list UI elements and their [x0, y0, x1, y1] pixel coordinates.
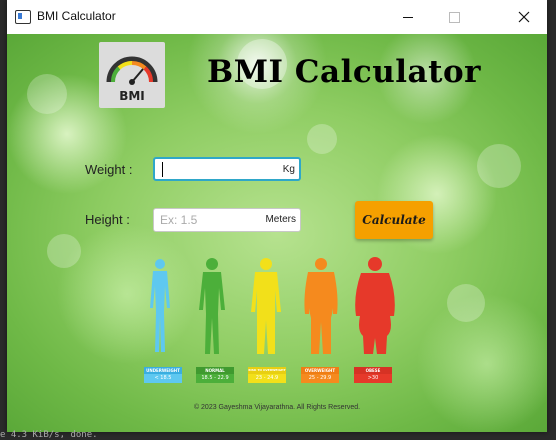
- normal-figure: [195, 256, 229, 356]
- bokeh-decoration: [27, 74, 67, 114]
- height-field[interactable]: Meters: [153, 208, 301, 232]
- badge-range: 18.5 - 22.9: [196, 374, 234, 383]
- risk-overweight-badge: RISK TO OVERWEIGHT 23 - 24.9: [248, 367, 286, 385]
- page-title: BMI Calculator: [207, 54, 481, 90]
- body-type-figures: [143, 256, 395, 361]
- height-input[interactable]: [160, 211, 260, 229]
- body-silhouette-icon: [355, 257, 395, 354]
- close-button[interactable]: [501, 0, 547, 34]
- weight-label: Weight :: [85, 162, 133, 177]
- risk-overweight-figure: [247, 256, 285, 356]
- body-silhouette-icon: [199, 258, 225, 354]
- normal-badge: NORMAL 18.5 - 22.9: [196, 367, 234, 385]
- body-silhouette-icon: [150, 259, 170, 352]
- close-icon: [518, 11, 530, 23]
- badge-range: < 18.5: [144, 374, 182, 383]
- badge-title: OBESE: [354, 367, 392, 374]
- minimize-button[interactable]: [385, 0, 431, 34]
- weight-input[interactable]: [161, 161, 261, 179]
- weight-field[interactable]: Kg: [153, 157, 301, 181]
- maximize-icon: [448, 11, 460, 23]
- calculate-button[interactable]: Calculate: [355, 201, 433, 239]
- underweight-badge: UNDERWEIGHT < 18.5: [144, 367, 182, 385]
- weight-unit: Kg: [282, 164, 295, 175]
- obese-figure: [353, 256, 397, 356]
- bokeh-decoration: [477, 144, 521, 188]
- main-content: BMI BMI Calculator Weight : Kg Height : …: [7, 34, 547, 432]
- bmi-gauge-logo: BMI: [99, 42, 165, 108]
- overweight-badge: OVERWEIGHT 25 - 29.9: [301, 367, 339, 385]
- badge-title: RISK TO OVERWEIGHT: [248, 367, 286, 374]
- badge-range: >30: [354, 374, 392, 383]
- body-silhouette-icon: [304, 258, 338, 354]
- minimize-icon: [403, 16, 413, 18]
- badge-title: NORMAL: [196, 367, 234, 374]
- badge-range: 23 - 24.9: [248, 374, 286, 383]
- badge-title: UNDERWEIGHT: [144, 367, 182, 374]
- maximize-button[interactable]: [431, 0, 477, 34]
- copyright-footer: © 2023 Gayeshma Vijayarathna. All Rights…: [193, 404, 361, 411]
- logo-text: BMI: [119, 89, 145, 103]
- bokeh-decoration: [447, 284, 485, 322]
- bokeh-decoration: [307, 124, 337, 154]
- height-unit: Meters: [265, 214, 296, 225]
- obese-badge: OBESE >30: [354, 367, 392, 385]
- app-window: BMI Calculator BMI BMI Calculator Weight…: [7, 0, 547, 432]
- app-window-icon: [15, 10, 31, 24]
- body-silhouette-icon: [251, 258, 281, 354]
- title-bar[interactable]: BMI Calculator: [7, 0, 547, 34]
- bokeh-decoration: [47, 234, 81, 268]
- underweight-figure: [143, 256, 177, 356]
- badge-title: OVERWEIGHT: [301, 367, 339, 374]
- window-title: BMI Calculator: [37, 9, 116, 23]
- speedometer-icon: BMI: [106, 56, 158, 103]
- badge-range: 25 - 29.9: [301, 374, 339, 383]
- height-label: Height :: [85, 212, 130, 227]
- overweight-figure: [301, 256, 341, 356]
